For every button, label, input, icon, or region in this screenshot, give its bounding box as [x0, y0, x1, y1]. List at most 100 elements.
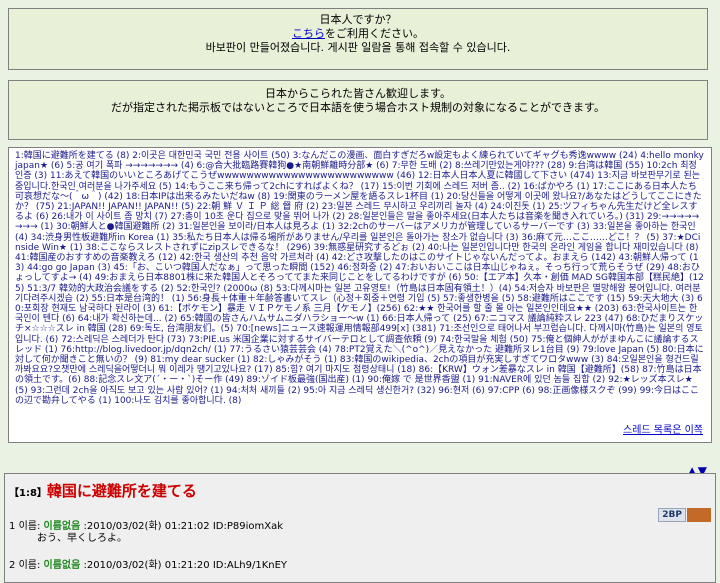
thread-link[interactable]: 73:PIE.us 米国企業に対するサイバーテロとして調査依頼 (9) [188, 335, 437, 345]
thread-link[interactable]: 16:ばかやろ (1) [523, 182, 589, 192]
thread-link[interactable]: 93:그런데 2ch을 아직도 보고 있는 사람 있어? (1) [31, 386, 224, 396]
thread-link[interactable]: 30:朝鮮人と●韓国避難所 (2) [56, 222, 175, 232]
post-thread-title: 韓国に避難所を建てる [46, 482, 197, 500]
thread-link[interactable]: 89:ゾイド板最強(国出産) (1) [246, 375, 364, 385]
thread-link[interactable]: 39:無惑星研究するどぉ (2) [314, 243, 425, 253]
notice-link[interactable]: こちら [292, 27, 325, 40]
thread-link[interactable]: 67:ニコマス 議論純粋スレ 223 (47) [474, 314, 623, 324]
thread-link[interactable]: 42:한국 생산의 추천 음악 가르쳐라 (4) [180, 253, 329, 263]
badges: 2BP [658, 504, 711, 523]
thread-link[interactable]: 9:台湾は韓国 (55) [569, 161, 644, 171]
thread-link[interactable]: 62:★★ 한국어를 할 줄 몰 아는 일본인인데요★★ (203) [404, 304, 619, 314]
post-id: ID:P89iomXak [212, 521, 284, 532]
thread-link[interactable]: 82:しゃみがそう (1) [253, 355, 337, 365]
thread-link[interactable]: 27:총이 10초 운다 집으로 맞을 뛰어 나가 (2) [170, 212, 345, 222]
thread-link[interactable]: 18:日本IPは出来るみたいだねw (8) [126, 192, 271, 202]
thread-link[interactable]: 64:내가 확신하는데... (2) [78, 314, 178, 324]
thread-link[interactable]: 45:「お、こいつ韓国人だなぁ」って思った瞬間 (152) [113, 263, 334, 273]
thread-link[interactable]: 59:天大地大 (3) [628, 294, 694, 304]
thread-link[interactable]: 26:내가 이 사이트 좀 망치 (7) [52, 212, 168, 222]
thread-list-box: 1:韓国に避難所を建てる (8) 2:이곳은 대한민국 국민 전용 사이트 (5… [8, 147, 712, 443]
thread-link[interactable]: 38:ここならスレストされずにzipスレできるな！ (296) [85, 243, 310, 253]
thread-link[interactable]: 95:아 지금 스레딕 생신한거? (32) [303, 386, 435, 396]
thread-link[interactable]: 53:다께시마는 일본 고유영토!（竹島は日本固有領土！）(4) [276, 284, 512, 294]
thread-link[interactable]: 42:どさ攻撃したのはこのサイトじゃないんだってよ。おまえら (142) [332, 253, 616, 263]
post-thread-number: 【1:8】 [9, 488, 47, 499]
thread-link[interactable]: 51:3/7 韓効的大政治会議をする (2) [27, 284, 173, 294]
thread-link[interactable]: 66:日本人帰って (25) [382, 314, 471, 324]
thread-link[interactable]: 15:이번 기회에 스레드 저버 좀.. (2) [382, 182, 520, 192]
thread-link[interactable]: 22:朝 鮮 Ｖ Ｉ Ｐ 総 督 府 (2) [197, 202, 319, 212]
thread-link[interactable]: 8:쓰레기만있는게야??? (28) [455, 161, 566, 171]
thread-link[interactable]: 83:韓国のwikipedia、2chの項目が充実しすぎてワロタwww (3) [340, 355, 604, 365]
thread-link[interactable]: 97:CPP (6) [488, 386, 535, 396]
thread-link[interactable]: 61:【ボケモン】暴走 ＶＩＰケモノ系 三月【ケモノ】(256) [158, 304, 400, 314]
thread-link[interactable]: 19:関東のラーメン屋を語るスレ1杯目 (1) [273, 192, 443, 202]
thread-link[interactable]: 23:일본 스레드 무시하고 우리끼리 놀자 (4) [322, 202, 488, 212]
thread-link[interactable]: 32:2chのサーバーはアメリカが管理しているサーバーです (3) [338, 222, 590, 232]
notice-line-2: こちらをご利用ください。 [9, 27, 707, 41]
thread-link[interactable]: 24:이진돗 (1) [490, 202, 545, 212]
thread-link[interactable]: 7:무한 도배 (2) [392, 161, 452, 171]
thread-link[interactable]: 98:正画像様スクぞ (99) [538, 386, 637, 396]
thread-link[interactable]: 35:私たち日本人は帰る場所がありません/우리를 일본인은 돌아가는 장소가 없… [172, 233, 518, 243]
thread-link[interactable]: 85:힘? 여기 마지도 점령상태니 (18) [276, 365, 416, 375]
notice-line-2-rest: をご利用ください。 [325, 27, 424, 40]
thread-link[interactable]: 5:공 여기 폭파 →→→→→→→ (4) [67, 161, 194, 171]
thread-link[interactable]: 28:일본인들은 말을 좋아주세요(日本人たちは音楽を聞き入れていろ。) (31… [348, 212, 644, 222]
thread-link[interactable]: 74:한국말을 체험 (50) [440, 335, 528, 345]
japanese-notice-box: 日本人ですか？ こちらをご利用ください。 바보판이 만들어졌습니다. 게시판 일… [8, 8, 708, 70]
thread-link[interactable]: 86:【KRW】ウォン差暴なスレ in 韓国【避難所】(58) [419, 365, 640, 375]
thread-link[interactable]: 77:うるさい猿芸芸会 (4) [229, 345, 331, 355]
thread-link[interactable]: 31:일본인을 보이라/日本人は見ろよ (1) [178, 222, 335, 232]
thread-link[interactable]: 46:정화중 (2) [337, 263, 392, 273]
thread-link[interactable]: 52:한국인? (2000ω (8) [176, 284, 273, 294]
thread-link[interactable]: 58:避難所はここです (15) [517, 294, 625, 304]
thread-link[interactable]: 91:NAVER에 있던 놈들 집합 (2) [478, 375, 605, 385]
thread-link[interactable]: 79:love Japan (5) [582, 345, 659, 355]
thread-link[interactable]: 65:韓國の皆さんハムサムニダハラショー〜w (1) [180, 314, 379, 324]
thread-link[interactable]: 94:처처 새끼들 (2) [226, 386, 300, 396]
thread-link[interactable]: 6:@合大批臨路賽韓狗●★南朝鮮離時分部★ (6) [197, 161, 389, 171]
welcome-line-2: だが指定された掲示板ではないところで日本語を使う場合ホスト規制の対象になることが… [111, 101, 605, 114]
thread-link[interactable]: 41:韓国産のおすすめの音楽教えろ (12) [15, 253, 177, 263]
thread-link[interactable]: 34:渋身男性板避難所in Korea (1) [31, 233, 170, 243]
thread-link[interactable]: 76:http://blog.livedoor.jp/dqn2ch/ (1) [61, 345, 227, 355]
notice-line-1: 日本人ですか？ [319, 13, 397, 26]
thread-link[interactable]: 44:go go Japan (3) [27, 263, 110, 273]
thread-link[interactable]: 96:현저 (6) [438, 386, 485, 396]
thread-link[interactable]: 2:이곳은 대한민국 국민 전용 사이트 (50) [132, 151, 289, 161]
post-id: ID:ALh9/1KnEY [212, 560, 288, 571]
thread-link[interactable]: 100:나도 김치를 좋아합니다. (8) [114, 396, 241, 406]
thread-link[interactable]: 14:もうここ来ち帰って2chにすればよくね？ (17) [175, 182, 380, 192]
post-date: :2010/03/02(화) 01:21:02 [83, 521, 210, 532]
post-body: おう、早くしろよ。 [37, 533, 127, 544]
thread-link[interactable]: 78:PT2覚えた＼(^o^)／見えなかった 避難所ヌレ1台目 (9) [334, 345, 579, 355]
badge-2bp[interactable]: 2BP [658, 507, 686, 522]
thread-link[interactable]: 12:日本人日本人夏に韓國して下さい (474) [418, 171, 594, 181]
post-author-name: 이름없음 [43, 560, 81, 571]
thread-link[interactable]: 81:my dear sucker (1) [150, 355, 250, 365]
thread-link[interactable]: 56:身長＋体重＋年齢答書いてスレ（心정＋회중＋연령 기입 (5) [187, 294, 440, 304]
badge-color-swatch[interactable] [687, 507, 711, 522]
post-name-label: 이름: [18, 521, 41, 532]
thread-link[interactable]: 90:俺嫁 で 是世界香盟 (1) [367, 375, 475, 385]
thread-link[interactable]: 49:おまえら日本8801株に来た韓国人とそろっててまた来同じことをしてるわけで… [95, 273, 462, 283]
post-meta: 2 이름: 이름없음 :2010/03/02(화) 01:21:20 ID:AL… [9, 560, 287, 572]
post-name-label: 이름: [18, 560, 41, 571]
post-box: 【1:8】韓国に避難所を建てる 2BP 1 이름: 이름없음 :2010/03/… [4, 473, 716, 583]
thread-link[interactable]: 72:스레딕은 스레더가 탄다 (73) [61, 335, 185, 345]
thread-link[interactable]: 21:JAPAN!! JAPAN!! JAPAN!! (5) [57, 202, 194, 212]
thread-link[interactable]: 55:日本是台湾的！ (1) [91, 294, 184, 304]
thread-link[interactable]: 47:おいおいここは日本山じゃねぇ。そっち行って荒らそうぜ (29) [395, 263, 664, 273]
thread-link[interactable]: 11:あえて韓国のいいところあげてこうぜwwwwwwwwwwwwwwwwwwww… [50, 171, 415, 181]
thread-link[interactable]: 88:記念スレ文ア(´・ー・`)そー作 (49) [84, 375, 244, 385]
thread-link[interactable]: 70:[news]ニュース速報運用情報部499[x] (381) [236, 324, 436, 334]
thread-link[interactable]: 1:韓国に避難所を建てる (8) [15, 151, 129, 161]
thread-link[interactable]: 40:나는 일본인입니다만 한국의 온라인 게임을 합니다 재미있습니다 (8) [428, 243, 699, 253]
thread-link[interactable]: 36:麻て元…ここ……どこ！？ (5) [521, 233, 659, 243]
thread-link[interactable]: 69:독도, 台湾朋友们。(5) [130, 324, 234, 334]
thread-list-more-link[interactable]: 스레드 목록은 이쪽 [623, 425, 703, 436]
thread-link[interactable]: 57:좋생한병을 (5) [443, 294, 515, 304]
thread-link[interactable]: 3:なんだこの漫画、面白すぎだろw設定もよく練られていてギャグも秀逸wwww (… [293, 151, 638, 161]
